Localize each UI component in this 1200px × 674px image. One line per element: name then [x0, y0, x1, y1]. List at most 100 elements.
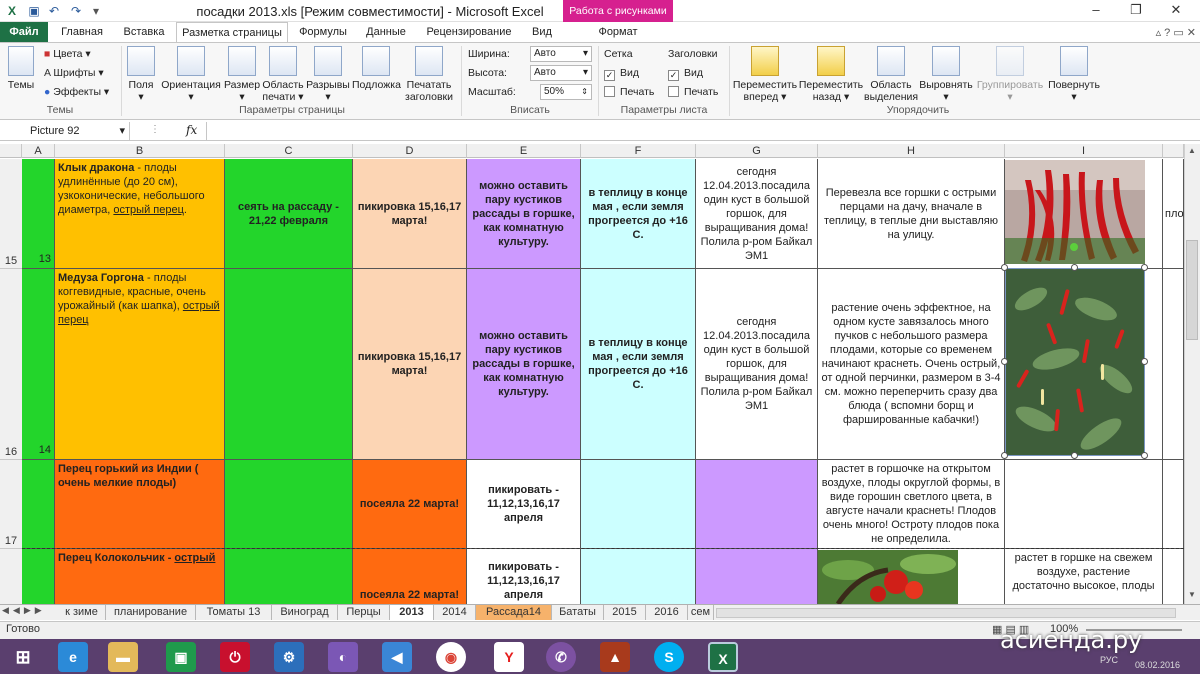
themes-button[interactable]: Темы [4, 46, 38, 91]
keyboard-language[interactable]: РУС [1100, 655, 1118, 665]
cell-i18[interactable]: растет в горшке на свежем воздухе, расте… [1005, 549, 1163, 604]
cell-a17[interactable] [22, 460, 55, 549]
column-header-d[interactable]: D [353, 144, 467, 158]
background-button[interactable]: Подложка [352, 46, 401, 91]
vertical-scrollbar[interactable] [1184, 144, 1200, 604]
sheet-tab[interactable]: к зиме [58, 605, 106, 620]
gridlines-print-checkbox[interactable]: Печать [604, 86, 654, 98]
cell-e15[interactable]: можно оставить пару кустиков рассады в г… [467, 159, 581, 269]
sheet-tab[interactable]: сем [688, 605, 714, 620]
cell-c16[interactable] [225, 269, 353, 460]
fonts-button[interactable]: A Шрифты ▾ [44, 67, 104, 79]
cell-f15[interactable]: в теплицу в конце мая , если земля прогр… [581, 159, 696, 269]
selection-handle[interactable] [1141, 264, 1148, 271]
selection-handle[interactable] [1141, 452, 1148, 459]
cell-f17[interactable] [581, 460, 696, 549]
internet-explorer-icon[interactable]: e [58, 642, 88, 672]
cell-g16[interactable]: сегодня 12.04.2013.посадила один куст в … [696, 269, 818, 460]
cell-e18[interactable]: пикировать - 11,12,13,16,17 апреля [467, 549, 581, 604]
print-area-button[interactable]: Область печати ▾ [262, 46, 304, 103]
headings-print-checkbox[interactable]: Печать [668, 86, 718, 98]
cell-h15[interactable]: Перевезла все горшки с острыми перцами н… [818, 159, 1005, 269]
sheet-tab[interactable]: Томаты 13 [196, 605, 272, 620]
sheet-tab[interactable]: Рассада14 [476, 605, 552, 620]
column-header-g[interactable]: G [696, 144, 818, 158]
orientation-button[interactable]: Ориентация ▾ [160, 46, 222, 103]
breaks-button[interactable]: Разрывы ▾ [306, 46, 350, 103]
tab-data[interactable]: Данные [358, 22, 414, 42]
restore-icon[interactable]: ❐ [1116, 0, 1156, 20]
selection-handle[interactable] [1071, 452, 1078, 459]
help-icon[interactable]: ▵ ? ▭ ✕ [1140, 26, 1196, 40]
selection-handle[interactable] [1071, 264, 1078, 271]
viber-icon[interactable]: ✆ [546, 642, 576, 672]
tab-file[interactable]: Файл [0, 22, 48, 42]
group-objects-button[interactable]: Группировать ▾ [974, 46, 1046, 103]
cell-a18[interactable] [22, 549, 55, 604]
pepper-photo-2[interactable] [1005, 268, 1145, 456]
minimize-icon[interactable]: – [1076, 0, 1116, 20]
column-header-f[interactable]: F [581, 144, 696, 158]
photo-app-icon[interactable]: ◐ [328, 642, 358, 672]
rotate-button[interactable]: Повернуть ▾ [1046, 46, 1102, 103]
scroll-up-icon[interactable]: ▲ [1186, 146, 1198, 158]
size-button[interactable]: Размер ▾ [224, 46, 260, 103]
cell-j15[interactable]: пло [1163, 159, 1184, 269]
file-explorer-icon[interactable]: ▬ [108, 642, 138, 672]
selection-handle[interactable] [1001, 264, 1008, 271]
send-backward-button[interactable]: Переместить назад ▾ [798, 46, 864, 103]
cell-j18[interactable] [1163, 549, 1184, 604]
column-header-e[interactable]: E [467, 144, 581, 158]
column-header-c[interactable]: C [225, 144, 353, 158]
column-header-h[interactable]: H [818, 144, 1005, 158]
clock-date[interactable]: 08.02.2016 [1135, 660, 1180, 670]
column-header-i[interactable]: I [1005, 144, 1163, 158]
cell-g17[interactable] [696, 460, 818, 549]
tab-format[interactable]: Формат [580, 22, 656, 42]
name-box[interactable]: Picture 92 ▾ [0, 122, 130, 140]
row-header-16[interactable]: 16 [0, 269, 22, 460]
cell-h17[interactable]: растет в горшочке на открытом воздухе, п… [818, 460, 1005, 549]
width-select[interactable]: Авто ▾ [530, 46, 592, 62]
cell-c18[interactable] [225, 549, 353, 604]
cell-e17[interactable]: пикировать - 11,12,13,16,17 апреля [467, 460, 581, 549]
tab-formulas[interactable]: Формулы [292, 22, 354, 42]
skype-icon[interactable]: S [654, 642, 684, 672]
cell-i17[interactable] [1005, 460, 1163, 549]
chrome-icon[interactable]: ◉ [436, 642, 466, 672]
column-header-a[interactable]: A [22, 144, 55, 158]
cell-c15[interactable]: сеять на рассаду - 21,22 февраля [225, 159, 353, 269]
cell-d18[interactable]: посеяла 22 марта! [353, 549, 467, 604]
insert-function-icon[interactable]: fx [186, 123, 197, 137]
cell-e16[interactable]: можно оставить пару кустиков рассады в г… [467, 269, 581, 460]
cell-b16[interactable]: Медуза Горгона - плоды коггевидные, крас… [55, 269, 225, 460]
row-header-17[interactable]: 17 [0, 460, 22, 549]
cell-b18[interactable]: Перец Колокольчик - острый [55, 549, 225, 604]
selection-handle[interactable] [1001, 358, 1008, 365]
cell-d15[interactable]: пикировка 15,16,17 марта! [353, 159, 467, 269]
cell-b17[interactable]: Перец горький из Индии ( очень мелкие пл… [55, 460, 225, 549]
windows-start-icon[interactable]: ⊞ [8, 642, 38, 672]
app-icon[interactable]: ▲ [600, 642, 630, 672]
headings-view-checkbox[interactable]: ✓ Вид [668, 67, 703, 81]
column-header-next[interactable] [1163, 144, 1184, 158]
row-header-18[interactable] [0, 549, 22, 604]
yandex-browser-icon[interactable]: Y [494, 642, 524, 672]
effects-button[interactable]: ● Эффекты ▾ [44, 86, 109, 98]
cell-c17[interactable] [225, 460, 353, 549]
store-icon[interactable]: ▣ [166, 642, 196, 672]
cell-j16[interactable] [1163, 269, 1184, 460]
print-titles-button[interactable]: Печатать заголовки [402, 46, 456, 103]
height-select[interactable]: Авто ▾ [530, 65, 592, 81]
cell-g15[interactable]: сегодня 12.04.2013.посадила один куст в … [696, 159, 818, 269]
colors-button[interactable]: ■ Цвета ▾ [44, 48, 91, 60]
scroll-down-icon[interactable]: ▼ [1186, 590, 1198, 602]
sheet-nav-icon[interactable]: ◀◀▶▶ [2, 605, 56, 616]
scale-input[interactable]: 50% ⇕ [540, 84, 592, 100]
gridlines-view-checkbox[interactable]: ✓ Вид [604, 67, 639, 81]
sheet-tab[interactable]: 2014 [434, 605, 476, 620]
cell-g18[interactable] [696, 549, 818, 604]
align-button[interactable]: Выровнять ▾ [918, 46, 974, 103]
excel-taskbar-icon[interactable]: X [708, 642, 738, 672]
sheet-tab-active[interactable]: 2013 [390, 605, 434, 620]
